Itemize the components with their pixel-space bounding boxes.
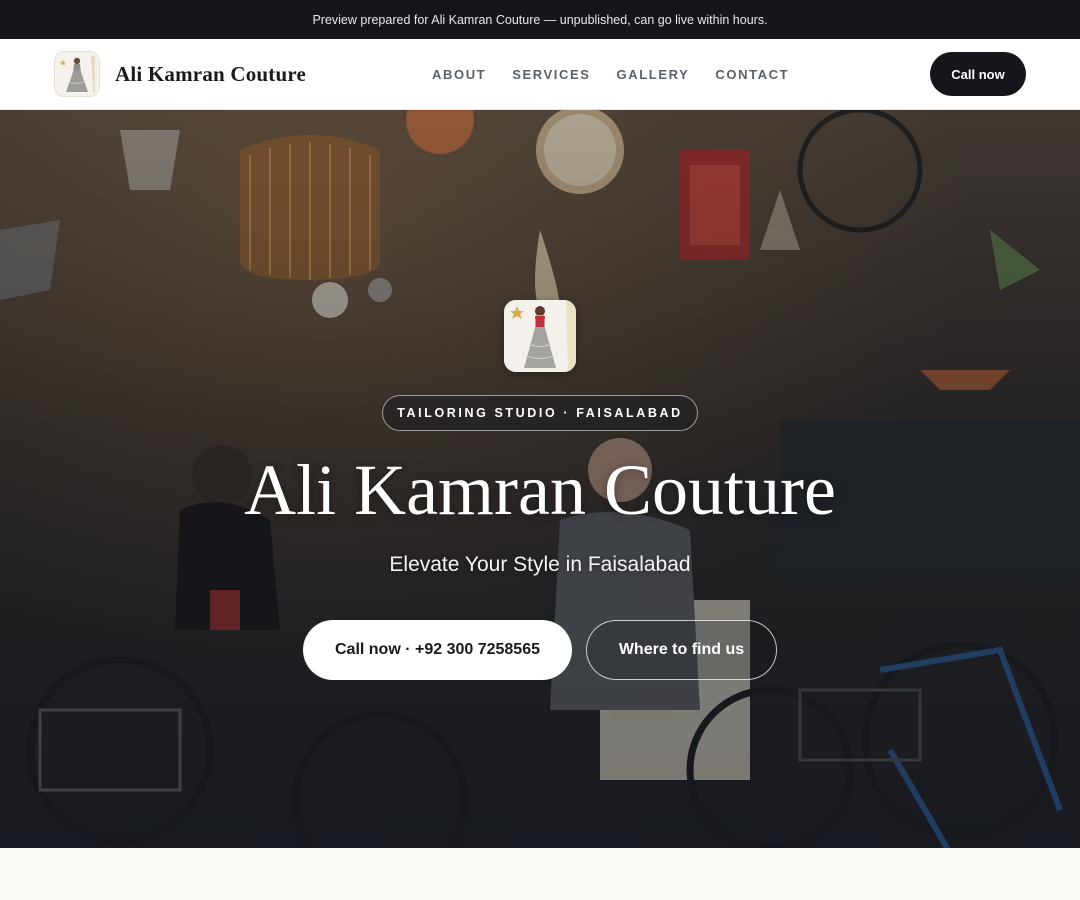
brand-name: Ali Kamran Couture — [115, 61, 307, 86]
call-now-phone-button[interactable]: Call now · +92 300 7258565 — [303, 620, 572, 680]
hero-badge: TAILORING STUDIO · FAISALABAD — [382, 395, 698, 431]
hero-badge-text: TAILORING STUDIO · FAISALABAD — [397, 406, 683, 420]
bridal-dress-logo-icon — [54, 51, 100, 97]
nav-link-services[interactable]: SERVICES — [512, 63, 590, 86]
next-section — [0, 848, 1080, 900]
nav-call-button[interactable]: Call now — [930, 52, 1026, 96]
where-to-find-us-button[interactable]: Where to find us — [586, 620, 777, 680]
hero-section: TAILORING STUDIO · FAISALABAD Ali Kamran… — [0, 110, 1080, 848]
nav-links: ABOUT SERVICES GALLERY CONTACT — [432, 39, 789, 109]
hero-title: Ali Kamran Couture — [244, 450, 836, 530]
nav-link-contact[interactable]: CONTACT — [715, 63, 789, 86]
bridal-dress-logo-icon — [504, 300, 576, 372]
preview-banner: Preview prepared for Ali Kamran Couture … — [0, 0, 1080, 39]
hero-subtitle: Elevate Your Style in Faisalabad — [389, 553, 691, 576]
nav-link-gallery[interactable]: GALLERY — [617, 63, 690, 86]
top-navigation: Ali Kamran Couture ABOUT SERVICES GALLER… — [0, 39, 1080, 110]
brand[interactable]: Ali Kamran Couture — [54, 51, 306, 97]
nav-link-about[interactable]: ABOUT — [432, 63, 486, 86]
preview-banner-text: Preview prepared for Ali Kamran Couture … — [312, 12, 768, 27]
